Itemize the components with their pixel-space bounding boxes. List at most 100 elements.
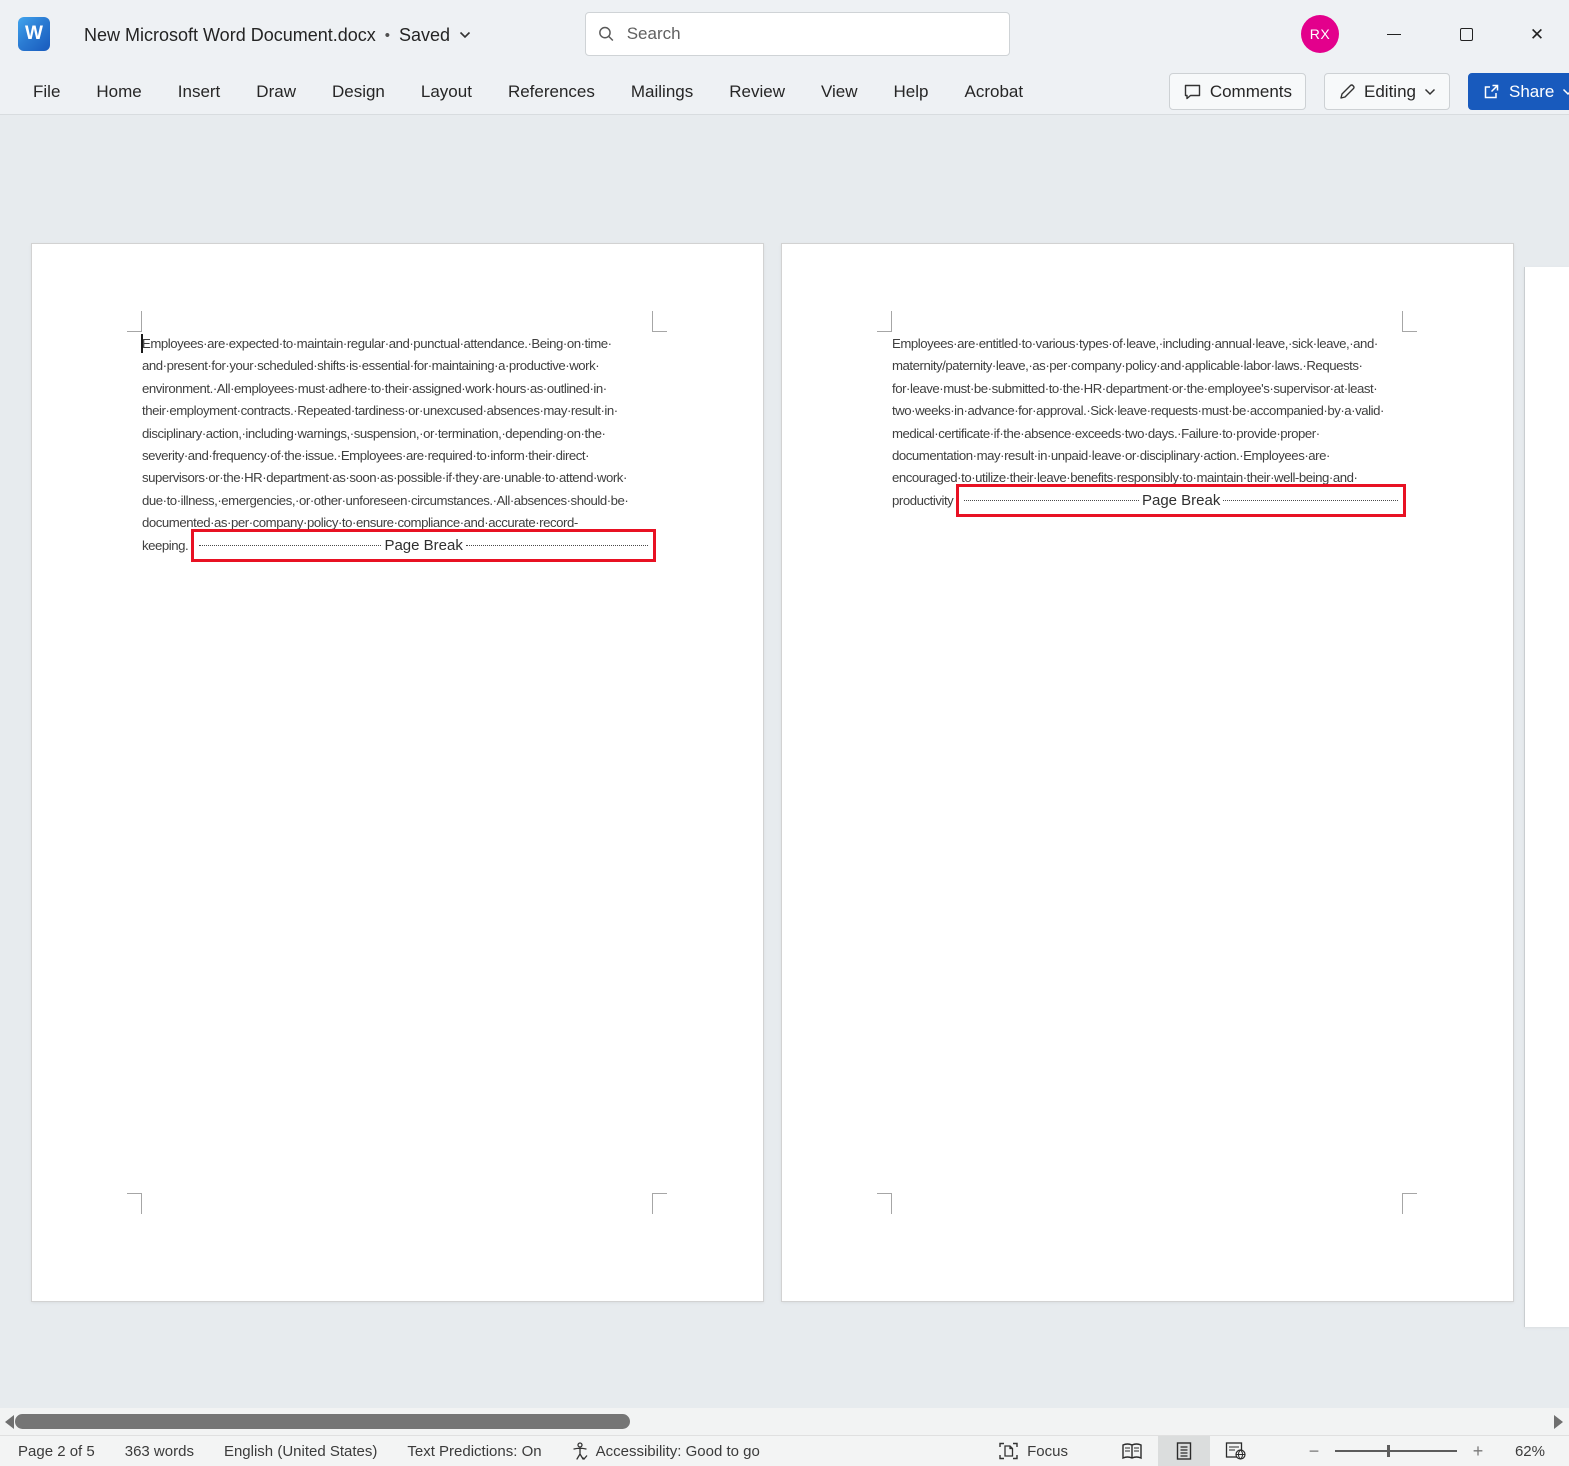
focus-mode-toggle[interactable]: Focus xyxy=(998,1441,1068,1461)
cropmark-top-right xyxy=(652,311,667,332)
tab-review[interactable]: Review xyxy=(711,70,803,114)
share-icon xyxy=(1484,84,1499,99)
cropmark-bottom-right xyxy=(652,1193,667,1214)
page-break-leader xyxy=(199,545,382,547)
editing-mode-button[interactable]: Editing xyxy=(1324,73,1450,110)
doc-line[interactable]: due·to·illness,·emergencies,·or·other·un… xyxy=(142,490,656,512)
cropmark-bottom-right xyxy=(1402,1193,1417,1214)
doc-line[interactable]: documentation·may·result·in·unpaid·leave… xyxy=(892,445,1406,467)
status-bar-right: Focus − + 62% xyxy=(998,1436,1569,1466)
tab-file[interactable]: File xyxy=(15,70,78,114)
share-label: Share xyxy=(1509,81,1555,101)
status-bar: Page 2 of 5 363 words English (United St… xyxy=(0,1435,1569,1466)
doc-line-with-page-break[interactable]: keeping. Page Break xyxy=(142,529,656,563)
tab-help[interactable]: Help xyxy=(876,70,947,114)
web-layout-button[interactable] xyxy=(1210,1436,1262,1466)
tab-home[interactable]: Home xyxy=(78,70,159,114)
tab-insert[interactable]: Insert xyxy=(160,70,239,114)
editing-label: Editing xyxy=(1364,81,1416,101)
doc-line[interactable]: medical·certificate·if·the·absence·excee… xyxy=(892,423,1406,445)
page-break-highlight-box[interactable]: Page Break xyxy=(191,529,656,563)
word-count[interactable]: 363 words xyxy=(125,1443,194,1460)
tab-layout[interactable]: Layout xyxy=(403,70,490,114)
word-app-icon-letter: W xyxy=(25,23,43,44)
text-predictions-toggle[interactable]: Text Predictions: On xyxy=(407,1443,541,1460)
doc-line[interactable]: environment.·All·employees·must·adhere·t… xyxy=(142,378,656,400)
minimize-icon xyxy=(1387,33,1401,35)
doc-line[interactable]: Employees·are·entitled·to·various·types·… xyxy=(892,333,1406,355)
doc-line[interactable]: and·present·for·your·scheduled·shifts·is… xyxy=(142,355,656,377)
document-page-right[interactable]: Employees·are·entitled·to·various·types·… xyxy=(781,243,1514,1302)
page-break-label: Page Break xyxy=(1141,491,1221,509)
accessibility-person-icon xyxy=(572,1441,588,1460)
search-box[interactable] xyxy=(585,12,1010,56)
doc-line[interactable]: maternity/paternity·leave,·as·per·compan… xyxy=(892,355,1406,377)
zoom-slider-thumb[interactable] xyxy=(1387,1445,1390,1457)
read-mode-button[interactable] xyxy=(1106,1436,1158,1466)
save-status: Saved xyxy=(399,24,451,45)
doc-line[interactable]: supervisors·or·the·HR·department·as·soon… xyxy=(142,467,656,489)
document-page-left[interactable]: Employees·are·expected·to·maintain·regul… xyxy=(31,243,764,1302)
comment-icon xyxy=(1184,84,1201,100)
doc-line[interactable]: for·leave·must·be·submitted·to·the·HR·de… xyxy=(892,378,1406,400)
tab-mailings[interactable]: Mailings xyxy=(613,70,711,114)
last-word[interactable]: productivity xyxy=(892,490,954,512)
page-text-2[interactable]: Employees·are·entitled·to·various·types·… xyxy=(892,333,1406,518)
cropmark-top-left xyxy=(127,311,142,332)
tab-references[interactable]: References xyxy=(490,70,613,114)
focus-label: Focus xyxy=(1027,1442,1068,1460)
document-title-dropdown[interactable]: New Microsoft Word Document.docx • Saved xyxy=(84,0,471,70)
chevron-down-icon xyxy=(460,31,471,39)
accessibility-label: Accessibility: Good to go xyxy=(595,1442,760,1460)
scroll-right-arrow-icon[interactable] xyxy=(1554,1415,1563,1429)
chevron-down-icon xyxy=(1563,88,1569,95)
last-word[interactable]: keeping. xyxy=(142,535,189,557)
document-title: New Microsoft Word Document.docx xyxy=(84,24,376,45)
maximize-button[interactable] xyxy=(1449,17,1483,51)
accessibility-status[interactable]: Accessibility: Good to go xyxy=(572,1441,760,1461)
doc-line[interactable]: their·employment·contracts.·Repeated·tar… xyxy=(142,400,656,422)
scroll-left-arrow-icon[interactable] xyxy=(5,1415,14,1429)
zoom-slider[interactable] xyxy=(1335,1445,1457,1457)
horizontal-scrollbar-thumb[interactable] xyxy=(15,1414,630,1429)
tab-view[interactable]: View xyxy=(803,70,876,114)
cropmark-bottom-left xyxy=(127,1193,142,1214)
document-canvas[interactable]: Employees·are·expected·to·maintain·regul… xyxy=(0,115,1569,1408)
doc-line[interactable]: two·weeks·in·advance·for·approval.·Sick·… xyxy=(892,400,1406,422)
account-avatar[interactable]: RX xyxy=(1301,15,1339,53)
page-break-leader xyxy=(465,545,648,547)
page-break-highlight-box[interactable]: Page Break xyxy=(956,484,1406,518)
ribbon-tabs: File Home Insert Draw Design Layout References… xyxy=(15,70,1041,114)
comments-button[interactable]: Comments xyxy=(1168,73,1307,110)
page-indicator[interactable]: Page 2 of 5 xyxy=(18,1443,95,1460)
tab-design[interactable]: Design xyxy=(314,70,403,114)
web-layout-icon xyxy=(1225,1442,1246,1460)
print-layout-button[interactable] xyxy=(1158,1436,1210,1466)
pencil-icon xyxy=(1340,83,1355,99)
minimize-button[interactable] xyxy=(1377,17,1411,51)
doc-line-with-page-break[interactable]: productivity Page Break xyxy=(892,484,1406,518)
tab-draw[interactable]: Draw xyxy=(238,70,314,114)
horizontal-scrollbar[interactable] xyxy=(0,1408,1569,1435)
title-bar: W New Microsoft Word Document.docx • Sav… xyxy=(0,0,1569,70)
doc-line[interactable]: Employees·are·expected·to·maintain·regul… xyxy=(142,333,656,355)
cropmark-top-left xyxy=(877,311,892,332)
share-button[interactable]: Share xyxy=(1468,73,1569,110)
word-app-icon[interactable]: W xyxy=(18,17,50,51)
print-layout-icon xyxy=(1176,1442,1192,1460)
ribbon-actions: Comments Editing Share xyxy=(1168,73,1569,111)
zoom-out-button[interactable]: − xyxy=(1307,1442,1321,1460)
comments-label: Comments xyxy=(1209,81,1293,101)
doc-line[interactable]: severity·and·frequency·of·the·issue.·Emp… xyxy=(142,445,656,467)
ribbon-tab-row: File Home Insert Draw Design Layout References… xyxy=(0,70,1569,115)
zoom-in-button[interactable]: + xyxy=(1471,1442,1485,1460)
close-icon: ✕ xyxy=(1529,24,1545,44)
close-button[interactable]: ✕ xyxy=(1520,17,1554,51)
doc-line[interactable]: disciplinary·action,·including·warnings,… xyxy=(142,423,656,445)
tab-acrobat[interactable]: Acrobat xyxy=(947,70,1042,114)
page-text-1[interactable]: Employees·are·expected·to·maintain·regul… xyxy=(142,333,656,563)
zoom-level[interactable]: 62% xyxy=(1499,1443,1545,1460)
language-indicator[interactable]: English (United States) xyxy=(224,1443,377,1460)
search-input[interactable] xyxy=(626,24,997,44)
maximize-icon xyxy=(1459,27,1473,41)
